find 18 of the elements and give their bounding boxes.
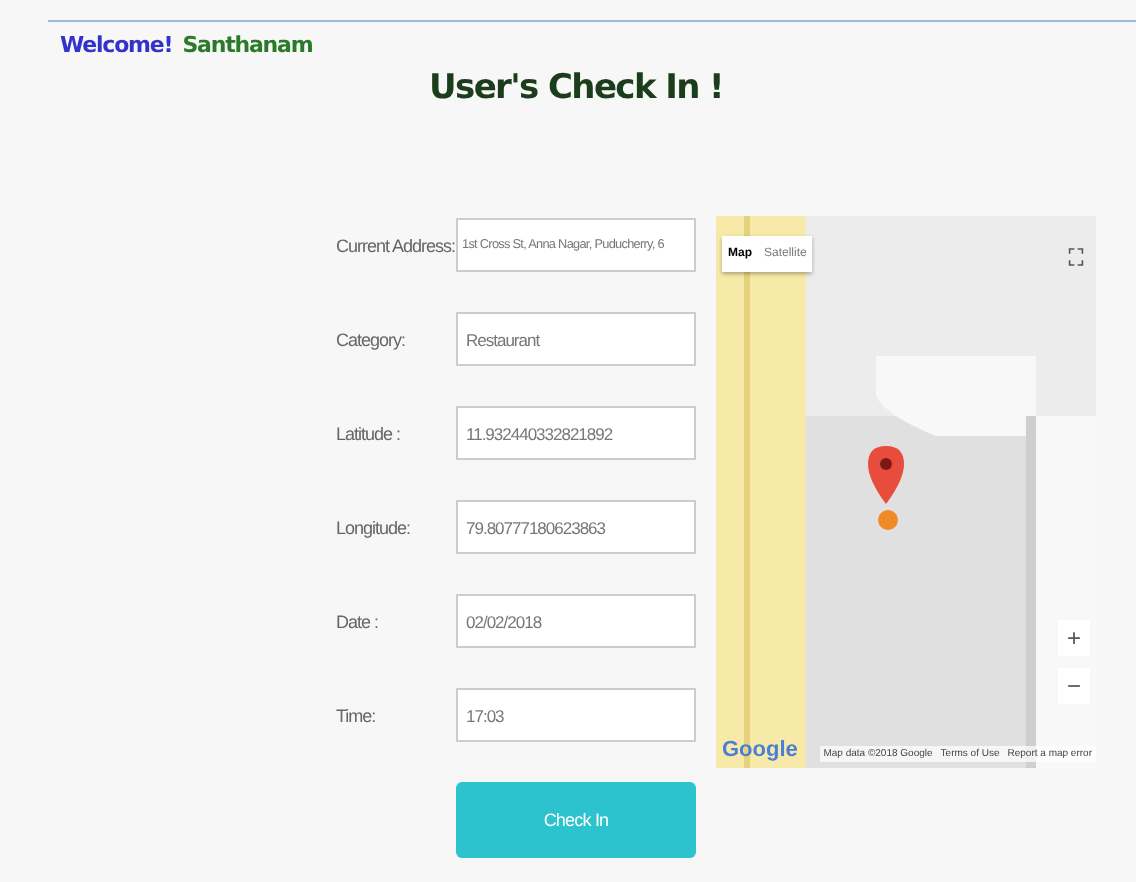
input-field[interactable]: 11.932440332821892	[456, 406, 696, 460]
field-label: Date :	[336, 611, 381, 631]
map-logo: Google	[722, 738, 798, 762]
page-title: User's Check In !	[427, 68, 725, 108]
field-label: Longitude:	[336, 517, 413, 537]
zoom-in-button[interactable]: +	[1058, 620, 1090, 656]
zoom-out-button[interactable]: −	[1058, 668, 1090, 704]
input-field[interactable]: 17:03	[456, 688, 696, 742]
field-label: Current Address:	[336, 235, 456, 255]
field-label: Category:	[336, 329, 408, 349]
user-name: Santhanam	[182, 32, 313, 58]
input-field[interactable]: Restaurant	[456, 312, 696, 366]
fullscreen-icon[interactable]	[1068, 246, 1084, 268]
field-label: Latitude :	[336, 423, 403, 443]
welcome-label: Welcome!	[60, 32, 173, 58]
input-field[interactable]: 02/02/2018	[456, 594, 696, 648]
input-field[interactable]: 79.80777180623863	[456, 500, 696, 554]
field-label: Time:	[336, 705, 378, 725]
